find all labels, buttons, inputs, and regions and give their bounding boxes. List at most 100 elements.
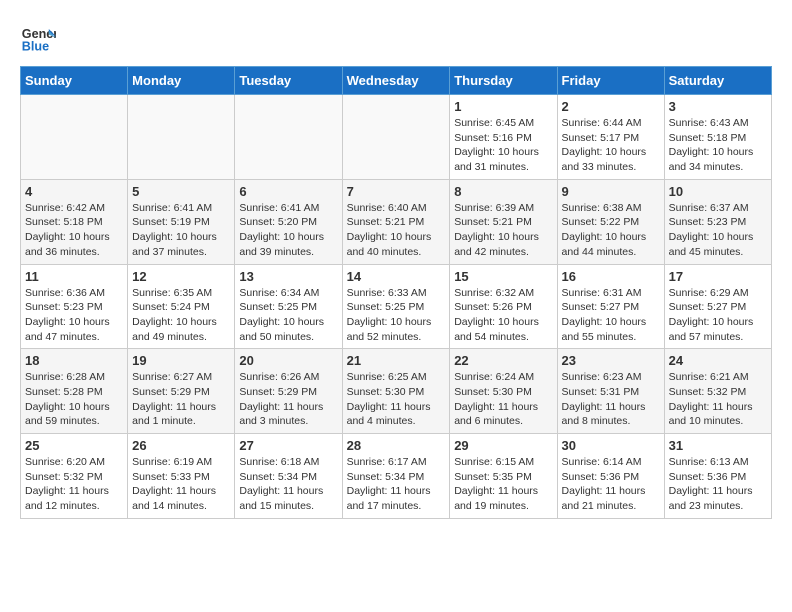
day-number: 13 [239, 269, 337, 284]
day-detail: Sunrise: 6:39 AM Sunset: 5:21 PM Dayligh… [454, 201, 552, 260]
calendar-cell: 24 Sunrise: 6:21 AM Sunset: 5:32 PM Dayli… [664, 349, 771, 434]
day-detail: Sunrise: 6:20 AM Sunset: 5:32 PM Dayligh… [25, 455, 123, 514]
day-detail: Sunrise: 6:38 AM Sunset: 5:22 PM Dayligh… [562, 201, 660, 260]
day-number: 11 [25, 269, 123, 284]
week-row-1: 1 Sunrise: 6:45 AM Sunset: 5:16 PM Daylig… [21, 95, 772, 180]
calendar-cell: 7 Sunrise: 6:40 AM Sunset: 5:21 PM Daylig… [342, 179, 450, 264]
logo: General Blue [20, 20, 56, 56]
calendar-table: SundayMondayTuesdayWednesdayThursdayFrid… [20, 66, 772, 519]
calendar-cell: 19Sunrise: 6:27 AM Sunset: 5:29 PM Dayli… [128, 349, 235, 434]
week-row-4: 18 Sunrise: 6:28 AM Sunset: 5:28 PM Dayli… [21, 349, 772, 434]
week-row-2: 4 Sunrise: 6:42 AM Sunset: 5:18 PM Daylig… [21, 179, 772, 264]
calendar-cell: 1 Sunrise: 6:45 AM Sunset: 5:16 PM Daylig… [450, 95, 557, 180]
calendar-cell: 28 Sunrise: 6:17 AM Sunset: 5:34 PM Dayli… [342, 434, 450, 519]
calendar-cell: 29Sunrise: 6:15 AM Sunset: 5:35 PM Dayli… [450, 434, 557, 519]
calendar-cell: 26 Sunrise: 6:19 AM Sunset: 5:33 PM Dayli… [128, 434, 235, 519]
column-header-wednesday: Wednesday [342, 67, 450, 95]
page-header: General Blue [20, 20, 772, 56]
calendar-cell: 16 Sunrise: 6:31 AM Sunset: 5:27 PM Dayli… [557, 264, 664, 349]
day-detail: Sunrise: 6:44 AM Sunset: 5:17 PM Dayligh… [562, 116, 660, 175]
day-number: 20 [239, 353, 337, 368]
column-header-sunday: Sunday [21, 67, 128, 95]
calendar-cell: 23Sunrise: 6:23 AM Sunset: 5:31 PM Dayli… [557, 349, 664, 434]
calendar-cell: 27Sunrise: 6:18 AM Sunset: 5:34 PM Dayli… [235, 434, 342, 519]
column-header-monday: Monday [128, 67, 235, 95]
calendar-cell: 11 Sunrise: 6:36 AM Sunset: 5:23 PM Dayli… [21, 264, 128, 349]
day-detail: Sunrise: 6:15 AM Sunset: 5:35 PM Dayligh… [454, 455, 552, 514]
calendar-cell: 13 Sunrise: 6:34 AM Sunset: 5:25 PM Dayli… [235, 264, 342, 349]
week-row-5: 25 Sunrise: 6:20 AM Sunset: 5:32 PM Dayli… [21, 434, 772, 519]
day-number: 28 [347, 438, 446, 453]
calendar-cell: 3Sunrise: 6:43 AM Sunset: 5:18 PM Daylig… [664, 95, 771, 180]
day-number: 30 [562, 438, 660, 453]
day-detail: Sunrise: 6:14 AM Sunset: 5:36 PM Dayligh… [562, 455, 660, 514]
day-detail: Sunrise: 6:42 AM Sunset: 5:18 PM Dayligh… [25, 201, 123, 260]
calendar-cell: 21Sunrise: 6:25 AM Sunset: 5:30 PM Dayli… [342, 349, 450, 434]
calendar-cell: 20 Sunrise: 6:26 AM Sunset: 5:29 PM Dayli… [235, 349, 342, 434]
calendar-cell: 9Sunrise: 6:38 AM Sunset: 5:22 PM Daylig… [557, 179, 664, 264]
calendar-cell: 30 Sunrise: 6:14 AM Sunset: 5:36 PM Dayli… [557, 434, 664, 519]
day-number: 19 [132, 353, 230, 368]
day-detail: Sunrise: 6:26 AM Sunset: 5:29 PM Dayligh… [239, 370, 337, 429]
day-detail: Sunrise: 6:45 AM Sunset: 5:16 PM Dayligh… [454, 116, 552, 175]
calendar-cell: 10 Sunrise: 6:37 AM Sunset: 5:23 PM Dayli… [664, 179, 771, 264]
calendar-cell [235, 95, 342, 180]
day-detail: Sunrise: 6:21 AM Sunset: 5:32 PM Dayligh… [669, 370, 767, 429]
day-number: 26 [132, 438, 230, 453]
calendar-cell: 15 Sunrise: 6:32 AM Sunset: 5:26 PM Dayli… [450, 264, 557, 349]
day-detail: Sunrise: 6:35 AM Sunset: 5:24 PM Dayligh… [132, 286, 230, 345]
day-number: 3 [669, 99, 767, 114]
header-row: SundayMondayTuesdayWednesdayThursdayFrid… [21, 67, 772, 95]
day-detail: Sunrise: 6:19 AM Sunset: 5:33 PM Dayligh… [132, 455, 230, 514]
day-number: 16 [562, 269, 660, 284]
day-number: 12 [132, 269, 230, 284]
calendar-cell: 6Sunrise: 6:41 AM Sunset: 5:20 PM Daylig… [235, 179, 342, 264]
column-header-friday: Friday [557, 67, 664, 95]
day-detail: Sunrise: 6:32 AM Sunset: 5:26 PM Dayligh… [454, 286, 552, 345]
day-number: 4 [25, 184, 123, 199]
day-number: 5 [132, 184, 230, 199]
day-detail: Sunrise: 6:41 AM Sunset: 5:19 PM Dayligh… [132, 201, 230, 260]
day-number: 17 [669, 269, 767, 284]
day-detail: Sunrise: 6:40 AM Sunset: 5:21 PM Dayligh… [347, 201, 446, 260]
day-number: 2 [562, 99, 660, 114]
calendar-cell: 25 Sunrise: 6:20 AM Sunset: 5:32 PM Dayli… [21, 434, 128, 519]
calendar-cell: 22 Sunrise: 6:24 AM Sunset: 5:30 PM Dayli… [450, 349, 557, 434]
day-number: 10 [669, 184, 767, 199]
calendar-cell: 8 Sunrise: 6:39 AM Sunset: 5:21 PM Daylig… [450, 179, 557, 264]
day-number: 27 [239, 438, 337, 453]
day-detail: Sunrise: 6:28 AM Sunset: 5:28 PM Dayligh… [25, 370, 123, 429]
calendar-cell [128, 95, 235, 180]
day-detail: Sunrise: 6:17 AM Sunset: 5:34 PM Dayligh… [347, 455, 446, 514]
calendar-cell: 14Sunrise: 6:33 AM Sunset: 5:25 PM Dayli… [342, 264, 450, 349]
calendar-cell: 4 Sunrise: 6:42 AM Sunset: 5:18 PM Daylig… [21, 179, 128, 264]
day-detail: Sunrise: 6:34 AM Sunset: 5:25 PM Dayligh… [239, 286, 337, 345]
column-header-tuesday: Tuesday [235, 67, 342, 95]
day-number: 24 [669, 353, 767, 368]
calendar-cell [21, 95, 128, 180]
day-number: 1 [454, 99, 552, 114]
calendar-cell: 12 Sunrise: 6:35 AM Sunset: 5:24 PM Dayli… [128, 264, 235, 349]
day-detail: Sunrise: 6:13 AM Sunset: 5:36 PM Dayligh… [669, 455, 767, 514]
column-header-thursday: Thursday [450, 67, 557, 95]
day-number: 7 [347, 184, 446, 199]
column-header-saturday: Saturday [664, 67, 771, 95]
calendar-cell: 31Sunrise: 6:13 AM Sunset: 5:36 PM Dayli… [664, 434, 771, 519]
calendar-cell [342, 95, 450, 180]
logo-icon: General Blue [20, 20, 56, 56]
week-row-3: 11 Sunrise: 6:36 AM Sunset: 5:23 PM Dayli… [21, 264, 772, 349]
calendar-cell: 2 Sunrise: 6:44 AM Sunset: 5:17 PM Daylig… [557, 95, 664, 180]
day-number: 15 [454, 269, 552, 284]
day-detail: Sunrise: 6:36 AM Sunset: 5:23 PM Dayligh… [25, 286, 123, 345]
svg-text:Blue: Blue [22, 40, 49, 54]
calendar-cell: 17Sunrise: 6:29 AM Sunset: 5:27 PM Dayli… [664, 264, 771, 349]
day-number: 22 [454, 353, 552, 368]
day-detail: Sunrise: 6:31 AM Sunset: 5:27 PM Dayligh… [562, 286, 660, 345]
day-detail: Sunrise: 6:24 AM Sunset: 5:30 PM Dayligh… [454, 370, 552, 429]
day-detail: Sunrise: 6:37 AM Sunset: 5:23 PM Dayligh… [669, 201, 767, 260]
day-number: 18 [25, 353, 123, 368]
day-number: 25 [25, 438, 123, 453]
day-number: 8 [454, 184, 552, 199]
day-detail: Sunrise: 6:25 AM Sunset: 5:30 PM Dayligh… [347, 370, 446, 429]
day-number: 23 [562, 353, 660, 368]
